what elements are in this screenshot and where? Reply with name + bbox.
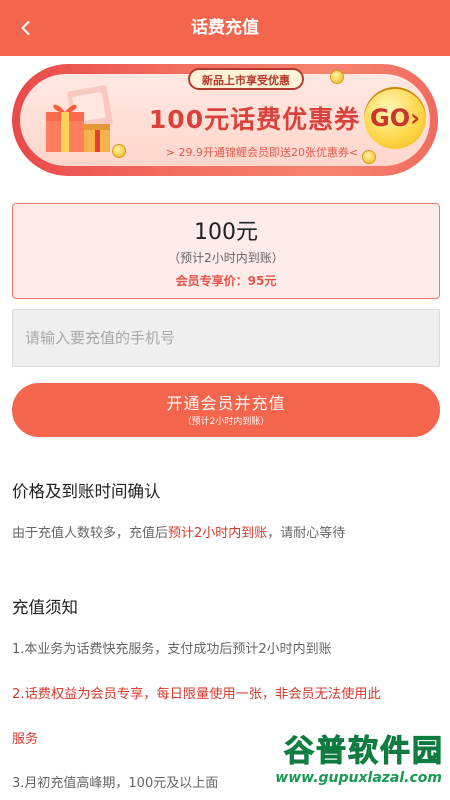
price-confirm-highlight: 预计2小时内到账 bbox=[168, 526, 268, 541]
watermark-url: www.gupuxlazal.com bbox=[275, 770, 442, 786]
watermark: 谷普软件园 www.gupuxlazal.com bbox=[244, 726, 444, 796]
watermark-logo: 谷普软件园 bbox=[284, 734, 444, 770]
coin-icon bbox=[330, 70, 344, 84]
submit-button-label: 开通会员并充值 bbox=[166, 394, 286, 413]
notice-item-2: 2.话费权益为会员专享，每日限量使用一张，非会员无法使用此 bbox=[12, 687, 381, 702]
arrival-note: （预计2小时内到账） bbox=[168, 251, 284, 265]
section-title-price: 价格及到账时间确认 bbox=[12, 482, 161, 501]
banner-subtitle: > 29.9开通锦鲤会员即送20张优惠券< bbox=[165, 146, 359, 159]
coin-icon bbox=[112, 144, 126, 158]
phone-number-input[interactable] bbox=[12, 309, 440, 367]
member-price: 会员专享价：95元 bbox=[175, 274, 277, 288]
section-title-notice: 充值须知 bbox=[12, 598, 78, 617]
price-option-card[interactable]: 100元 （预计2小时内到账） 会员专享价：95元 bbox=[12, 203, 440, 299]
price-confirm-text: 由于充值人数较多，充值后预计2小时内到账，请耐心等待 bbox=[12, 522, 440, 541]
promo-banner[interactable]: 新品上市享受优惠 100元话费优惠券 > 29.9开通锦鲤会员即送20张优惠券<… bbox=[12, 64, 438, 176]
price-confirm-text-after: ，请耐心等待 bbox=[267, 526, 346, 541]
banner-headline: 100元话费优惠券 bbox=[148, 105, 361, 134]
go-button[interactable]: GO› bbox=[364, 87, 426, 149]
notice-item-1: 1.本业务为话费快充服务，支付成功后预计2小时内到账 bbox=[12, 642, 332, 657]
app-bar: 话费充值 bbox=[0, 0, 450, 56]
banner-tag: 新品上市享受优惠 bbox=[188, 68, 304, 90]
price-amount: 100元 bbox=[194, 220, 258, 245]
submit-button-sublabel: （预计2小时内到账） bbox=[182, 417, 270, 427]
price-confirm-text-before: 由于充值人数较多，充值后 bbox=[12, 526, 169, 541]
gift-box-icon bbox=[46, 85, 113, 152]
page-title: 话费充值 bbox=[191, 18, 259, 38]
open-member-recharge-button[interactable]: 开通会员并充值 （预计2小时内到账） bbox=[12, 383, 440, 437]
